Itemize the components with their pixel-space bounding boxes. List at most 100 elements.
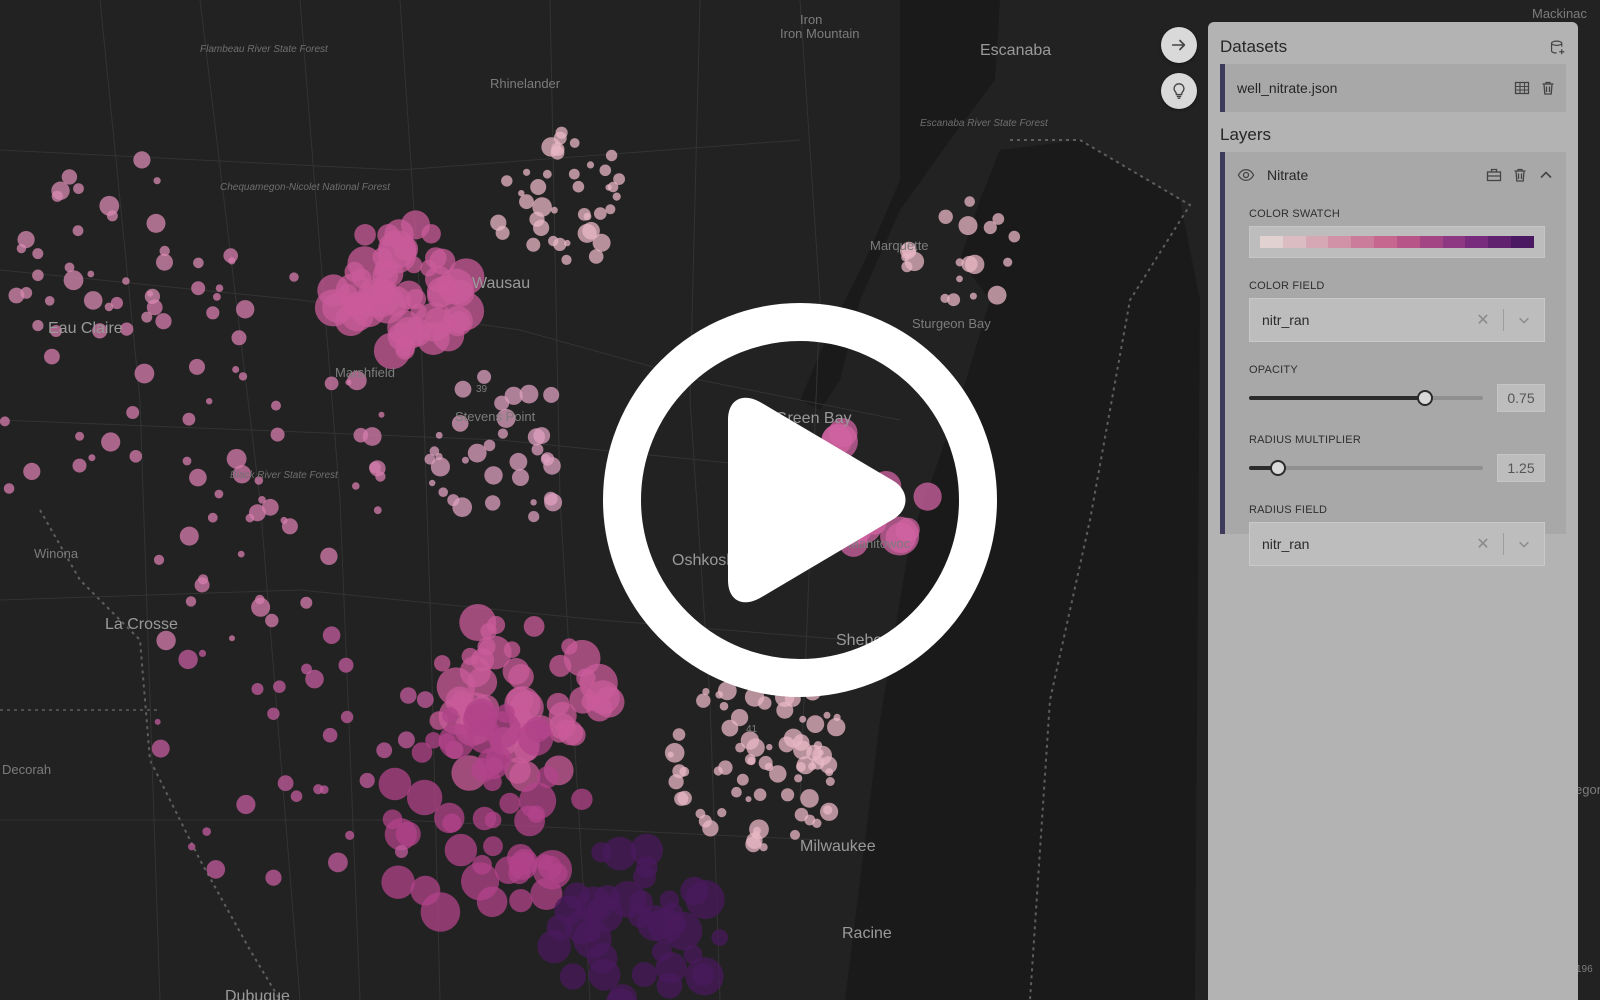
- nitrate-point[interactable]: [542, 169, 552, 179]
- nitrate-point[interactable]: [290, 790, 303, 802]
- nitrate-point[interactable]: [753, 788, 767, 801]
- nitrate-point[interactable]: [133, 151, 151, 169]
- chevron-up-icon[interactable]: [1538, 167, 1554, 183]
- nitrate-point[interactable]: [533, 219, 550, 236]
- nitrate-point[interactable]: [656, 972, 683, 999]
- nitrate-point[interactable]: [328, 852, 348, 873]
- nitrate-point[interactable]: [141, 311, 153, 323]
- nitrate-point[interactable]: [536, 766, 559, 788]
- nitrate-point[interactable]: [381, 865, 415, 899]
- nitrate-point[interactable]: [487, 616, 506, 634]
- nitrate-point[interactable]: [99, 195, 120, 216]
- nitrate-point[interactable]: [537, 929, 571, 964]
- nitrate-point[interactable]: [300, 596, 313, 609]
- nitrate-point[interactable]: [583, 212, 592, 221]
- nitrate-point[interactable]: [747, 756, 756, 766]
- nitrate-point[interactable]: [238, 372, 248, 381]
- nitrate-point[interactable]: [430, 457, 450, 477]
- nitrate-point[interactable]: [501, 175, 513, 187]
- nitrate-point[interactable]: [766, 743, 773, 751]
- dataset-item[interactable]: well_nitrate.json: [1220, 64, 1566, 112]
- nitrate-point[interactable]: [320, 547, 338, 565]
- nitrate-point[interactable]: [483, 836, 503, 857]
- nitrate-point[interactable]: [583, 925, 602, 943]
- nitrate-point[interactable]: [484, 466, 503, 485]
- nitrate-point[interactable]: [459, 656, 491, 688]
- nitrate-point[interactable]: [8, 287, 25, 304]
- nitrate-point[interactable]: [736, 773, 749, 786]
- nitrate-point[interactable]: [483, 439, 496, 452]
- trash-icon[interactable]: [1540, 80, 1556, 96]
- nitrate-point[interactable]: [277, 775, 294, 792]
- nitrate-point[interactable]: [511, 848, 538, 876]
- nitrate-point[interactable]: [561, 254, 572, 265]
- nitrate-point[interactable]: [359, 772, 375, 789]
- nitrate-point[interactable]: [410, 875, 441, 906]
- nitrate-point[interactable]: [88, 454, 96, 462]
- color-swatch-picker[interactable]: [1249, 226, 1545, 258]
- nitrate-point[interactable]: [83, 291, 103, 310]
- nitrate-point[interactable]: [144, 288, 160, 304]
- nitrate-point[interactable]: [231, 330, 247, 346]
- nitrate-point[interactable]: [518, 720, 554, 756]
- nitrate-point[interactable]: [454, 380, 472, 398]
- nitrate-point[interactable]: [352, 482, 360, 490]
- nitrate-point[interactable]: [198, 574, 209, 585]
- table-icon[interactable]: [1514, 80, 1530, 96]
- toggle-panel-button[interactable]: [1161, 27, 1197, 63]
- nitrate-point[interactable]: [799, 715, 807, 723]
- clear-icon[interactable]: ✕: [1463, 534, 1503, 554]
- nitrate-point[interactable]: [338, 657, 354, 673]
- video-play-button[interactable]: [602, 302, 998, 698]
- nitrate-point[interactable]: [685, 879, 725, 920]
- nitrate-point[interactable]: [605, 149, 618, 162]
- trash-icon[interactable]: [1512, 167, 1528, 183]
- nitrate-point[interactable]: [672, 728, 686, 741]
- nitrate-point[interactable]: [438, 487, 449, 498]
- nitrate-point[interactable]: [495, 225, 510, 240]
- hint-button[interactable]: [1161, 73, 1197, 109]
- nitrate-point[interactable]: [969, 292, 977, 300]
- nitrate-point[interactable]: [198, 649, 207, 658]
- nitrate-point[interactable]: [378, 411, 385, 418]
- nitrate-point[interactable]: [499, 792, 521, 814]
- nitrate-point[interactable]: [206, 398, 213, 405]
- nitrate-point[interactable]: [215, 284, 224, 293]
- nitrate-point[interactable]: [528, 510, 540, 523]
- nitrate-point[interactable]: [635, 856, 658, 879]
- nitrate-point[interactable]: [373, 506, 382, 515]
- nitrate-point[interactable]: [44, 296, 55, 306]
- nitrate-point[interactable]: [769, 765, 787, 783]
- nitrate-point[interactable]: [437, 268, 474, 305]
- radius-field-select[interactable]: nitr_ran ✕: [1249, 522, 1545, 566]
- nitrate-point[interactable]: [72, 458, 87, 473]
- nitrate-point[interactable]: [983, 220, 997, 235]
- nitrate-point[interactable]: [717, 808, 727, 818]
- nitrate-point[interactable]: [731, 786, 742, 798]
- nitrate-point[interactable]: [504, 386, 523, 405]
- nitrate-point[interactable]: [178, 649, 198, 670]
- nitrate-point[interactable]: [44, 348, 60, 365]
- nitrate-point[interactable]: [444, 833, 478, 867]
- nitrate-point[interactable]: [721, 719, 739, 737]
- nitrate-point[interactable]: [101, 432, 121, 452]
- nitrate-point[interactable]: [631, 962, 657, 987]
- nitrate-point[interactable]: [156, 253, 173, 271]
- nitrate-point[interactable]: [206, 860, 226, 879]
- nitrate-point[interactable]: [229, 635, 235, 642]
- nitrate-point[interactable]: [265, 869, 282, 886]
- nitrate-point[interactable]: [64, 262, 75, 273]
- nitrate-point[interactable]: [497, 428, 508, 439]
- nitrate-point[interactable]: [73, 183, 84, 195]
- nitrate-point[interactable]: [564, 239, 571, 247]
- nitrate-point[interactable]: [416, 691, 434, 708]
- nitrate-point[interactable]: [32, 320, 44, 332]
- nitrate-point[interactable]: [563, 724, 586, 746]
- nitrate-point[interactable]: [512, 469, 529, 486]
- nitrate-point[interactable]: [757, 696, 772, 710]
- nitrate-point[interactable]: [808, 762, 817, 771]
- nitrate-point[interactable]: [375, 471, 386, 482]
- nitrate-point[interactable]: [340, 710, 354, 724]
- nitrate-point[interactable]: [438, 733, 456, 751]
- nitrate-point[interactable]: [193, 257, 204, 269]
